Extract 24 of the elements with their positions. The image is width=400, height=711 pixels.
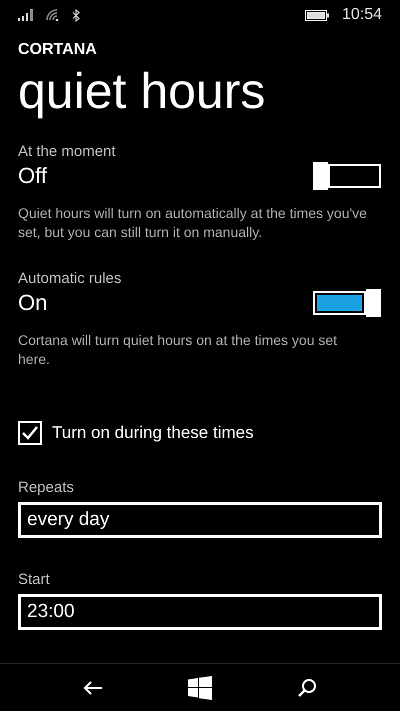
app-name: CORTANA bbox=[18, 41, 97, 59]
search-icon[interactable] bbox=[297, 678, 318, 698]
setting-value: On bbox=[18, 290, 48, 316]
clock-time: 10:54 bbox=[342, 6, 382, 24]
battery-icon bbox=[304, 10, 330, 20]
field-label: Repeats bbox=[18, 479, 74, 496]
dropdown-field[interactable]: every day bbox=[18, 502, 382, 538]
setting-label: Automatic rules bbox=[18, 270, 122, 287]
signal-icon bbox=[18, 9, 34, 21]
setting-label: At the moment bbox=[18, 143, 116, 160]
bluetooth-icon bbox=[72, 8, 80, 22]
toggle-switch[interactable] bbox=[313, 162, 381, 190]
checkbox[interactable] bbox=[18, 421, 42, 445]
back-icon[interactable] bbox=[82, 680, 103, 696]
setting-description: Cortana will turn quiet hours on at the times you set here. bbox=[18, 331, 338, 369]
dropdown-field[interactable]: 23:00 bbox=[18, 594, 382, 630]
field-label: Start bbox=[18, 571, 50, 588]
windows-icon[interactable] bbox=[188, 676, 212, 700]
checkbox-label: Turn on during these times bbox=[52, 423, 254, 443]
setting-description: Quiet hours will turn on automatically at the times you've set, but you can still turn it on manually. bbox=[18, 204, 368, 242]
toggle-switch[interactable] bbox=[313, 289, 381, 317]
wifi-icon bbox=[46, 9, 60, 21]
setting-value: Off bbox=[18, 163, 47, 189]
page-title: quiet hours bbox=[18, 62, 266, 121]
